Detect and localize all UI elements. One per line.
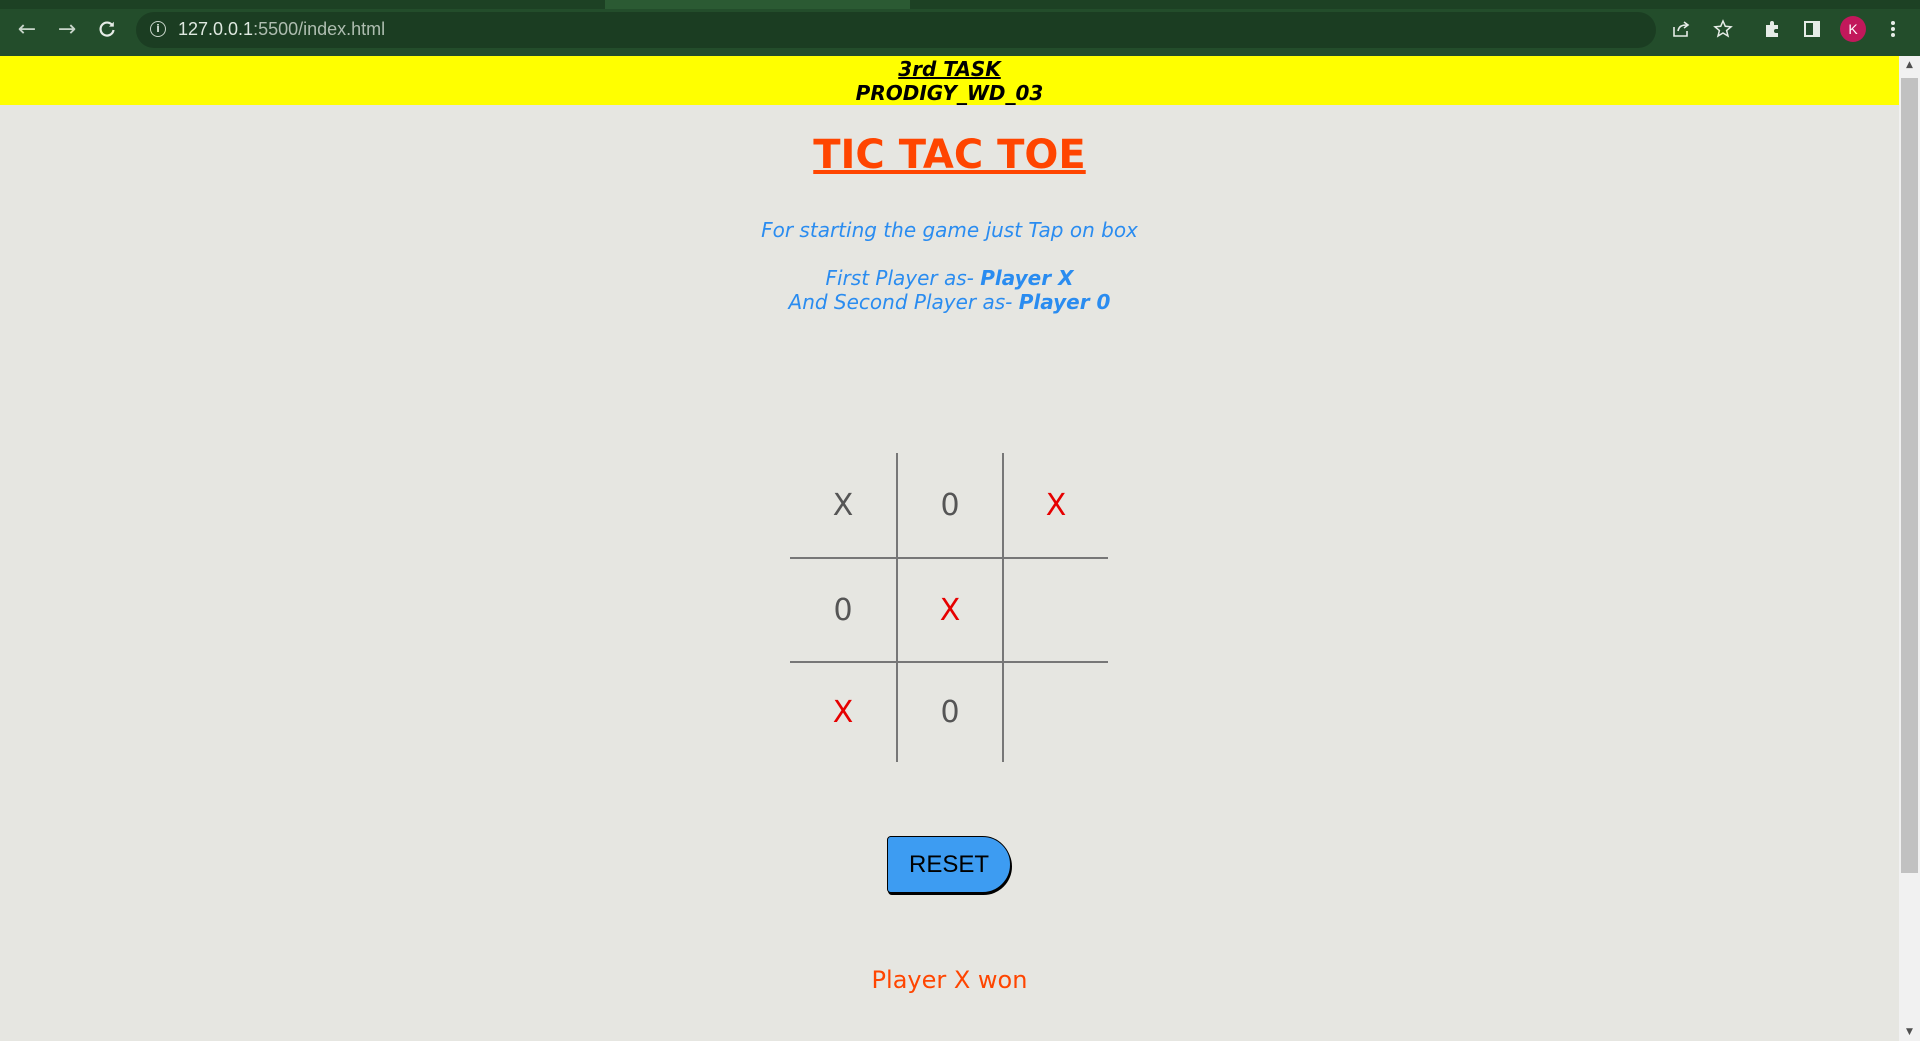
game-board: X 0 X 0 X X 0 (790, 453, 1108, 762)
profile-avatar[interactable]: K (1840, 16, 1866, 42)
board-cell[interactable]: 0 (896, 661, 1002, 762)
scroll-down-arrow-icon[interactable]: ▼ (1899, 1023, 1920, 1041)
board-cell[interactable] (1002, 557, 1108, 661)
board-cell[interactable]: X (790, 453, 896, 557)
side-panel-icon[interactable] (1797, 14, 1827, 44)
extensions-icon[interactable] (1757, 14, 1787, 44)
board-cell[interactable]: 0 (790, 557, 896, 661)
board-cell[interactable]: 0 (896, 453, 1002, 557)
task-label: 3rd TASK (898, 57, 1001, 81)
url-text[interactable]: 127.0.0.1:5500/index.html (178, 19, 385, 40)
second-player-prefix: And Second Player as- (788, 290, 1019, 314)
active-tab[interactable] (605, 0, 910, 9)
browser-toolbar: ← → i 127.0.0.1:5500/index.html K (0, 0, 1920, 56)
page-content: 3rd TASK PRODIGY_WD_03 TIC TAC TOE For s… (0, 56, 1899, 1041)
scrollbar-thumb[interactable] (1901, 78, 1918, 873)
first-player-name: Player X (980, 266, 1074, 290)
address-bar[interactable]: i 127.0.0.1:5500/index.html (136, 12, 1656, 48)
board-cell[interactable]: X (896, 557, 1002, 661)
reload-icon[interactable] (92, 14, 122, 44)
tab-strip (0, 0, 1920, 9)
back-arrow-icon[interactable]: ← (12, 14, 42, 44)
board-cell[interactable]: X (1002, 453, 1108, 557)
board-cell[interactable]: X (790, 661, 896, 762)
second-player-name: Player 0 (1018, 290, 1111, 314)
page-title: TIC TAC TOE (813, 132, 1086, 178)
board-cell[interactable] (1002, 661, 1108, 762)
bookmark-star-icon[interactable] (1708, 14, 1738, 44)
scroll-up-arrow-icon[interactable]: ▲ (1899, 56, 1920, 74)
vertical-scrollbar[interactable]: ▲ ▼ (1899, 56, 1920, 1041)
first-player-info: First Player as- Player X (0, 266, 1899, 290)
second-player-info: And Second Player as- Player 0 (0, 290, 1899, 314)
first-player-prefix: First Player as- (825, 266, 981, 290)
more-menu-icon[interactable] (1878, 14, 1908, 44)
game-status-message: Player X won (871, 966, 1028, 994)
start-instruction: For starting the game just Tap on box (761, 218, 1138, 242)
reset-button[interactable]: RESET (887, 836, 1011, 893)
share-icon[interactable] (1666, 14, 1696, 44)
forward-arrow-icon[interactable]: → (52, 14, 82, 44)
site-info-icon[interactable]: i (150, 21, 166, 37)
task-code: PRODIGY_WD_03 (855, 81, 1044, 105)
task-banner: 3rd TASK PRODIGY_WD_03 (0, 56, 1899, 105)
